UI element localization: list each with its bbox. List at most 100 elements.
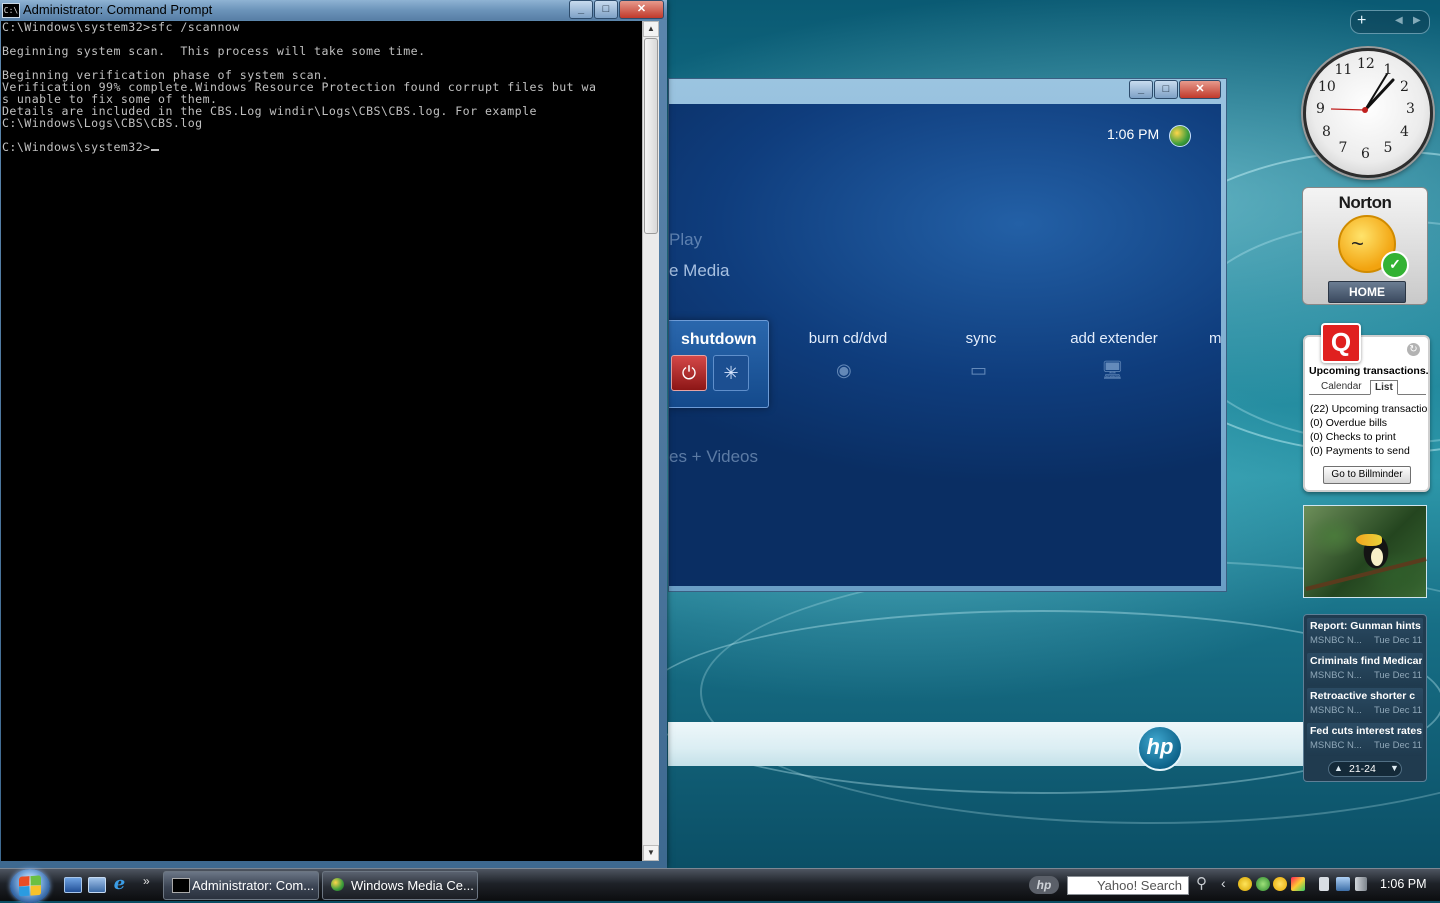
minimize-button[interactable]: _ <box>569 0 593 19</box>
minimize-button[interactable]: _ <box>1129 80 1153 99</box>
scroll-down-button[interactable]: ▼ <box>643 845 659 861</box>
restart-button[interactable]: ✳ <box>713 355 749 391</box>
shutdown-strip: shutdown ⏻ ✳ <box>669 320 769 408</box>
disc-icon: ◉ <box>836 360 852 380</box>
clock-number: 7 <box>1338 139 1348 156</box>
show-desktop-icon[interactable] <box>64 877 82 893</box>
clock-number: 2 <box>1399 78 1409 95</box>
billminder-row[interactable]: (0) Checks to print <box>1310 431 1428 443</box>
taskbar: e » Administrator: Com... Windows Media … <box>0 868 1440 903</box>
search-icon[interactable]: ⚲ <box>1196 874 1207 892</box>
network-icon[interactable] <box>1336 877 1350 891</box>
feed-next-button[interactable]: ▼ <box>1390 763 1399 773</box>
clock-gadget[interactable]: 12 1 2 3 4 5 6 7 8 9 10 11 <box>1303 48 1433 178</box>
feed-date: Tue Dec 11 <box>1373 670 1422 681</box>
wmc-faded-media: e Media <box>669 261 730 280</box>
sidebar-controls: + ◀ ▶ <box>1350 10 1430 34</box>
menu-sync[interactable]: sync <box>951 330 1011 347</box>
tab-calendar[interactable]: Calendar <box>1321 380 1362 393</box>
billminder-tabs: Calendar List <box>1309 380 1426 395</box>
start-button[interactable] <box>10 869 50 903</box>
vertical-scrollbar[interactable]: ▲ ▼ <box>642 21 659 861</box>
tray-clock[interactable]: 1:06 PM <box>1380 877 1427 891</box>
tab-list[interactable]: List <box>1370 380 1398 395</box>
tray-device-icon[interactable] <box>1319 877 1329 891</box>
quick-launch-more-button[interactable]: » <box>143 874 150 888</box>
feed-item[interactable]: Retroactive shorter c MSNBC N... Tue Dec… <box>1307 688 1423 721</box>
feed-date: Tue Dec 11 <box>1373 740 1422 751</box>
norton-tray-icon[interactable] <box>1273 877 1287 891</box>
add-gadget-button[interactable]: + <box>1357 12 1366 30</box>
command-prompt-window: C:\ Administrator: Command Prompt _ □ ✕ … <box>0 0 667 868</box>
yahoo-search-input[interactable]: Yahoo! Search <box>1067 876 1189 895</box>
billminder-row[interactable]: (0) Overdue bills <box>1310 417 1428 429</box>
show-hidden-icons-button[interactable]: ‹ <box>1221 875 1226 891</box>
wmc-clock: 1:06 PM <box>1107 126 1160 142</box>
menu-more[interactable]: m <box>1209 330 1221 347</box>
clock-number: 11 <box>1334 62 1353 79</box>
feed-date: Tue Dec 11 <box>1373 635 1422 646</box>
clock-number: 12 <box>1357 56 1375 72</box>
feed-date: Tue Dec 11 <box>1373 705 1422 716</box>
slideshow-branch <box>1305 557 1427 591</box>
maximize-button[interactable]: □ <box>594 0 618 19</box>
feed-item[interactable]: Report: Gunman hints MSNBC N... Tue Dec … <box>1307 618 1423 651</box>
wmc-faded-play: Play <box>669 230 703 249</box>
slideshow-gadget[interactable] <box>1303 505 1427 598</box>
power-off-button[interactable]: ⏻ <box>671 355 707 391</box>
feed-previous-button[interactable]: ▲ <box>1334 763 1343 773</box>
feed-title: Retroactive shorter c <box>1310 690 1416 702</box>
check-icon: ✓ <box>1381 251 1409 279</box>
media-center-window: _ □ ✕ 1:06 PM Play e Media es + Videos s… <box>668 78 1227 592</box>
console-text: C:\Windows\system32>sfc /scannow Beginni… <box>2 21 597 154</box>
console-icon[interactable]: C:\ <box>2 3 20 18</box>
maximize-button[interactable]: □ <box>1154 80 1178 99</box>
wmc-faded-videos: es + Videos <box>669 447 759 466</box>
tray-app-icon[interactable] <box>1256 877 1270 891</box>
cmd-caption-buttons: _ □ ✕ <box>568 0 664 19</box>
tray-app-icon[interactable] <box>1291 877 1305 891</box>
cmd-titlebar[interactable]: C:\ Administrator: Command Prompt _ □ ✕ <box>0 0 667 20</box>
billminder-row[interactable]: (0) Payments to send <box>1310 445 1428 457</box>
clock-number: 4 <box>1399 123 1409 140</box>
media-center-logo[interactable] <box>1169 125 1191 147</box>
feed-source: MSNBC N... <box>1310 740 1362 751</box>
task-label: Administrator: Com... <box>192 878 315 893</box>
feed-item[interactable]: Fed cuts interest rates MSNBC N... Tue D… <box>1307 723 1423 756</box>
internet-explorer-icon[interactable]: e <box>111 875 128 893</box>
volume-icon[interactable] <box>1355 877 1367 891</box>
sidebar-prev-button[interactable]: ◀ <box>1395 15 1403 26</box>
switch-windows-icon[interactable] <box>88 877 106 893</box>
text-cursor <box>150 149 159 151</box>
feed-source: MSNBC N... <box>1310 670 1362 681</box>
scroll-up-button[interactable]: ▲ <box>643 21 659 37</box>
tray-app-icon[interactable] <box>1238 877 1252 891</box>
media-center-content: 1:06 PM Play e Media es + Videos shutdow… <box>669 104 1221 586</box>
clock-number: 8 <box>1322 123 1331 140</box>
media-center-icon <box>331 878 344 891</box>
feed-title: Criminals find Medicare <box>1310 655 1422 667</box>
taskbar-button-media-center[interactable]: Windows Media Ce... <box>322 871 478 900</box>
console-output: C:\Windows\system32>sfc /scannow Beginni… <box>1 21 642 153</box>
feed-item[interactable]: Criminals find Medicare MSNBC N... Tue D… <box>1307 653 1423 686</box>
scroll-thumb[interactable] <box>644 38 658 234</box>
sidebar-next-button[interactable]: ▶ <box>1413 15 1421 26</box>
go-to-billminder-button[interactable]: Go to Billminder <box>1323 466 1411 484</box>
close-button[interactable]: ✕ <box>619 0 664 19</box>
billminder-row[interactable]: (22) Upcoming transactions <box>1310 403 1428 415</box>
clock-number: 1 <box>1383 62 1393 79</box>
console-area[interactable]: C:\Windows\system32>sfc /scannow Beginni… <box>1 21 642 861</box>
menu-add-extender[interactable]: add extender <box>1064 330 1164 347</box>
feed-range: 21-24 <box>1349 763 1376 775</box>
hp-toolbar-button[interactable]: hp <box>1029 876 1059 894</box>
close-button[interactable]: ✕ <box>1179 80 1221 99</box>
quicken-logo: Q <box>1321 323 1361 363</box>
sync-icon: ▭ <box>970 360 988 380</box>
shutdown-label: shutdown <box>681 331 757 348</box>
menu-burn-cd-dvd[interactable]: burn cd/dvd <box>799 330 897 347</box>
taskbar-button-command-prompt[interactable]: Administrator: Com... <box>163 871 319 900</box>
norton-gadget[interactable]: Norton ~ ✓ HOME <box>1302 187 1428 305</box>
refresh-icon[interactable]: ↻ <box>1407 343 1420 356</box>
norton-home-button[interactable]: HOME <box>1328 281 1406 303</box>
feed-title: Fed cuts interest rates <box>1310 725 1422 737</box>
